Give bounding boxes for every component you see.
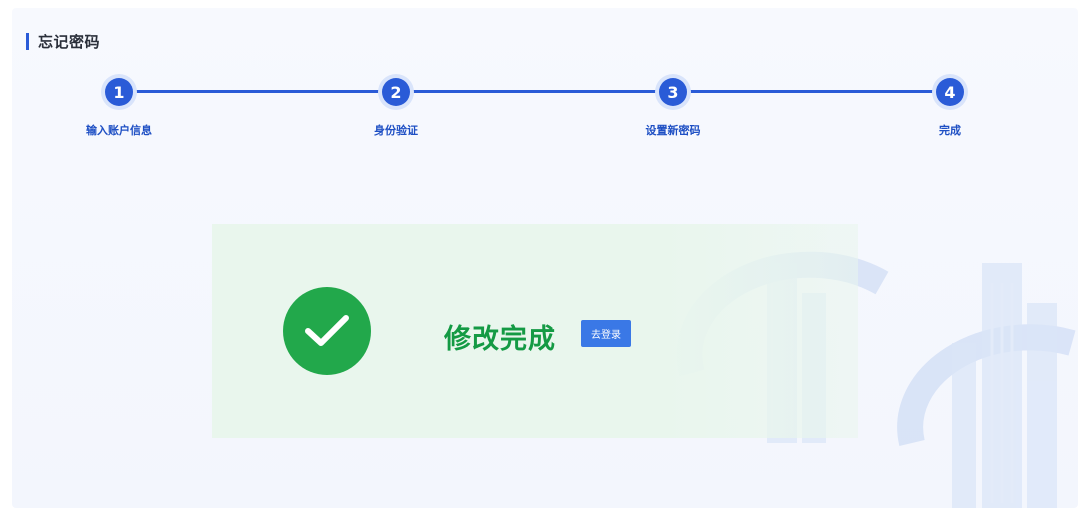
checkmark-icon <box>305 315 349 346</box>
step-2-label: 身份验证 <box>374 124 418 137</box>
step-3-label: 设置新密码 <box>645 124 701 137</box>
progress-steps: 1 2 3 4 输入账户信息 身份验证 设置新密码 完成 <box>12 8 1078 158</box>
step-4-label: 完成 <box>939 124 961 137</box>
step-1-label: 输入账户信息 <box>86 124 152 137</box>
check-circle-icon <box>283 287 371 375</box>
forgot-password-panel: 忘记密码 1 2 3 4 输入账户信息 身份验证 设置新密码 完成 修改完成 去… <box>12 8 1078 508</box>
go-login-button[interactable]: 去登录 <box>581 320 631 347</box>
step-2-indicator: 2 <box>382 78 410 106</box>
step-1-indicator: 1 <box>105 78 133 106</box>
step-connector <box>396 90 673 93</box>
step-connector <box>673 90 950 93</box>
step-4-indicator: 4 <box>936 78 964 106</box>
step-3-indicator: 3 <box>659 78 687 106</box>
result-box: 修改完成 去登录 <box>212 224 858 438</box>
result-message: 修改完成 <box>444 324 556 355</box>
step-connector <box>119 90 396 93</box>
